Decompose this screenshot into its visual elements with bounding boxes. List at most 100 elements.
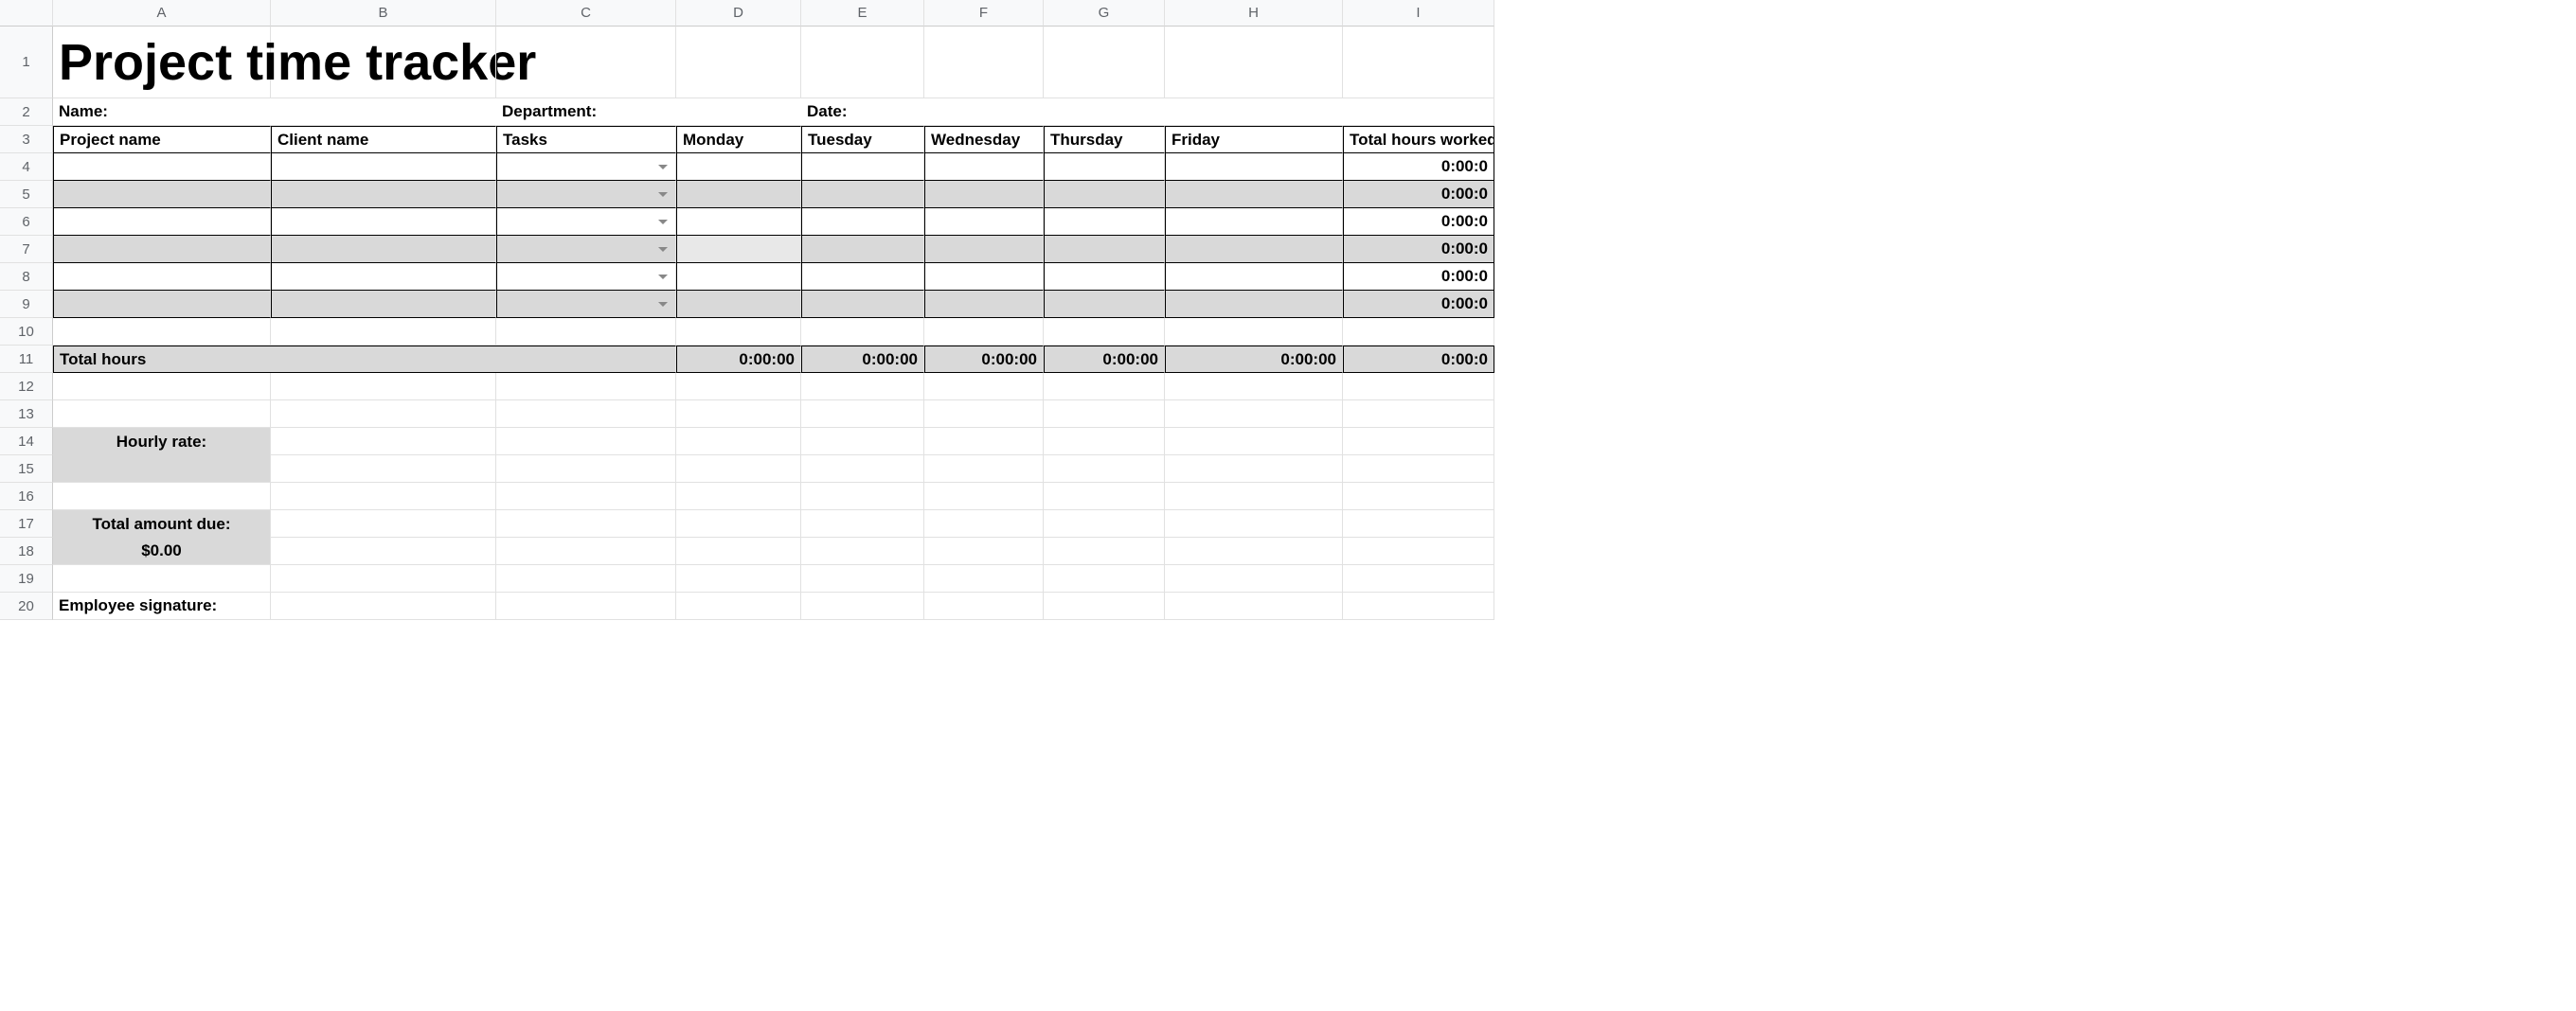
cell-B11[interactable] <box>271 346 496 373</box>
cell-C4[interactable] <box>496 153 676 181</box>
cell-A11[interactable]: Total hours <box>53 346 271 373</box>
cell-F11[interactable]: 0:00:00 <box>924 346 1044 373</box>
cell-I18[interactable] <box>1343 538 1494 565</box>
cell-C11[interactable] <box>496 346 676 373</box>
col-header-G[interactable]: G <box>1044 0 1165 27</box>
cell-G2[interactable] <box>1044 98 1165 126</box>
cell-C20[interactable] <box>496 593 676 620</box>
dropdown-icon[interactable] <box>658 247 668 252</box>
dropdown-icon[interactable] <box>658 165 668 169</box>
cell-D2[interactable] <box>676 98 801 126</box>
cell-I4[interactable]: 0:00:0 <box>1343 153 1494 181</box>
row-header-6[interactable]: 6 <box>0 208 53 236</box>
cell-E17[interactable] <box>801 510 924 538</box>
cell-F12[interactable] <box>924 373 1044 400</box>
row-header-15[interactable]: 15 <box>0 455 53 483</box>
cell-G6[interactable] <box>1044 208 1165 236</box>
cell-F18[interactable] <box>924 538 1044 565</box>
col-header-C[interactable]: C <box>496 0 676 27</box>
cell-H6[interactable] <box>1165 208 1343 236</box>
cell-D15[interactable] <box>676 455 801 483</box>
cell-H4[interactable] <box>1165 153 1343 181</box>
cell-H10[interactable] <box>1165 318 1343 346</box>
cell-G7[interactable] <box>1044 236 1165 263</box>
dropdown-icon[interactable] <box>658 220 668 224</box>
cell-I15[interactable] <box>1343 455 1494 483</box>
cell-F2[interactable] <box>924 98 1044 126</box>
cell-F3[interactable]: Wednesday <box>924 126 1044 153</box>
cell-D16[interactable] <box>676 483 801 510</box>
cell-A6[interactable] <box>53 208 271 236</box>
cell-G17[interactable] <box>1044 510 1165 538</box>
cell-I20[interactable] <box>1343 593 1494 620</box>
row-header-9[interactable]: 9 <box>0 291 53 318</box>
cell-B20[interactable] <box>271 593 496 620</box>
cell-B3[interactable]: Client name <box>271 126 496 153</box>
cell-D7[interactable] <box>676 236 801 263</box>
cell-C12[interactable] <box>496 373 676 400</box>
cell-D9[interactable] <box>676 291 801 318</box>
cell-G13[interactable] <box>1044 400 1165 428</box>
cell-A13[interactable] <box>53 400 271 428</box>
cell-I17[interactable] <box>1343 510 1494 538</box>
cell-A18[interactable]: $0.00 <box>53 538 271 565</box>
col-header-A[interactable]: A <box>53 0 271 27</box>
cell-E3[interactable]: Tuesday <box>801 126 924 153</box>
cell-B7[interactable] <box>271 236 496 263</box>
cell-A14[interactable]: Hourly rate: <box>53 428 271 455</box>
cell-F16[interactable] <box>924 483 1044 510</box>
cell-I5[interactable]: 0:00:0 <box>1343 181 1494 208</box>
cell-G1[interactable] <box>1044 27 1165 98</box>
cell-H13[interactable] <box>1165 400 1343 428</box>
cell-C5[interactable] <box>496 181 676 208</box>
cell-D13[interactable] <box>676 400 801 428</box>
row-header-13[interactable]: 13 <box>0 400 53 428</box>
cell-G5[interactable] <box>1044 181 1165 208</box>
cell-B5[interactable] <box>271 181 496 208</box>
cell-F14[interactable] <box>924 428 1044 455</box>
cell-G18[interactable] <box>1044 538 1165 565</box>
col-header-B[interactable]: B <box>271 0 496 27</box>
row-header-5[interactable]: 5 <box>0 181 53 208</box>
cell-G20[interactable] <box>1044 593 1165 620</box>
cell-A19[interactable] <box>53 565 271 593</box>
cell-I9[interactable]: 0:00:0 <box>1343 291 1494 318</box>
cell-D11[interactable]: 0:00:00 <box>676 346 801 373</box>
col-header-H[interactable]: H <box>1165 0 1343 27</box>
cell-I11[interactable]: 0:00:0 <box>1343 346 1494 373</box>
cell-D5[interactable] <box>676 181 801 208</box>
cell-H5[interactable] <box>1165 181 1343 208</box>
cell-C2[interactable]: Department: <box>496 98 676 126</box>
cell-G9[interactable] <box>1044 291 1165 318</box>
cell-B19[interactable] <box>271 565 496 593</box>
row-header-17[interactable]: 17 <box>0 510 53 538</box>
cell-I10[interactable] <box>1343 318 1494 346</box>
cell-H8[interactable] <box>1165 263 1343 291</box>
cell-A1[interactable]: Project time tracker <box>53 27 271 98</box>
cell-I14[interactable] <box>1343 428 1494 455</box>
cell-B13[interactable] <box>271 400 496 428</box>
cell-F19[interactable] <box>924 565 1044 593</box>
cell-I13[interactable] <box>1343 400 1494 428</box>
cell-A9[interactable] <box>53 291 271 318</box>
cell-A2[interactable]: Name: <box>53 98 271 126</box>
cell-D14[interactable] <box>676 428 801 455</box>
cell-F6[interactable] <box>924 208 1044 236</box>
cell-G14[interactable] <box>1044 428 1165 455</box>
row-header-3[interactable]: 3 <box>0 126 53 153</box>
cell-E18[interactable] <box>801 538 924 565</box>
col-header-E[interactable]: E <box>801 0 924 27</box>
dropdown-icon[interactable] <box>658 275 668 279</box>
row-header-8[interactable]: 8 <box>0 263 53 291</box>
cell-I1[interactable] <box>1343 27 1494 98</box>
cell-H19[interactable] <box>1165 565 1343 593</box>
cell-C19[interactable] <box>496 565 676 593</box>
cell-C3[interactable]: Tasks <box>496 126 676 153</box>
cell-B1[interactable] <box>271 27 496 98</box>
cell-F4[interactable] <box>924 153 1044 181</box>
cell-B12[interactable] <box>271 373 496 400</box>
cell-B15[interactable] <box>271 455 496 483</box>
cell-A8[interactable] <box>53 263 271 291</box>
cell-C10[interactable] <box>496 318 676 346</box>
dropdown-icon[interactable] <box>658 192 668 197</box>
